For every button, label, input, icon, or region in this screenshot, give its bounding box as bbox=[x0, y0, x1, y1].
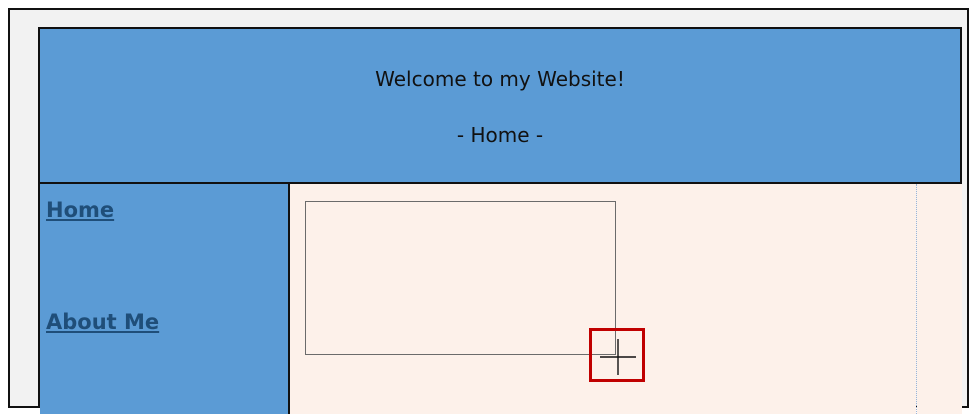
content-area-right-margin bbox=[917, 184, 962, 414]
page-title: Welcome to my Website! bbox=[375, 67, 625, 91]
sidebar-nav: Home About Me bbox=[40, 184, 290, 414]
page-subtitle: - Home - bbox=[456, 123, 544, 147]
crosshair-icon bbox=[600, 339, 636, 375]
sidebar-item-home[interactable]: Home bbox=[46, 198, 114, 222]
website-layout: Welcome to my Website! - Home - Home Abo… bbox=[38, 27, 962, 414]
sidebar-item-about-me[interactable]: About Me bbox=[46, 310, 159, 334]
drawn-layer-box[interactable] bbox=[305, 201, 616, 355]
site-header: Welcome to my Website! - Home - bbox=[40, 29, 960, 184]
